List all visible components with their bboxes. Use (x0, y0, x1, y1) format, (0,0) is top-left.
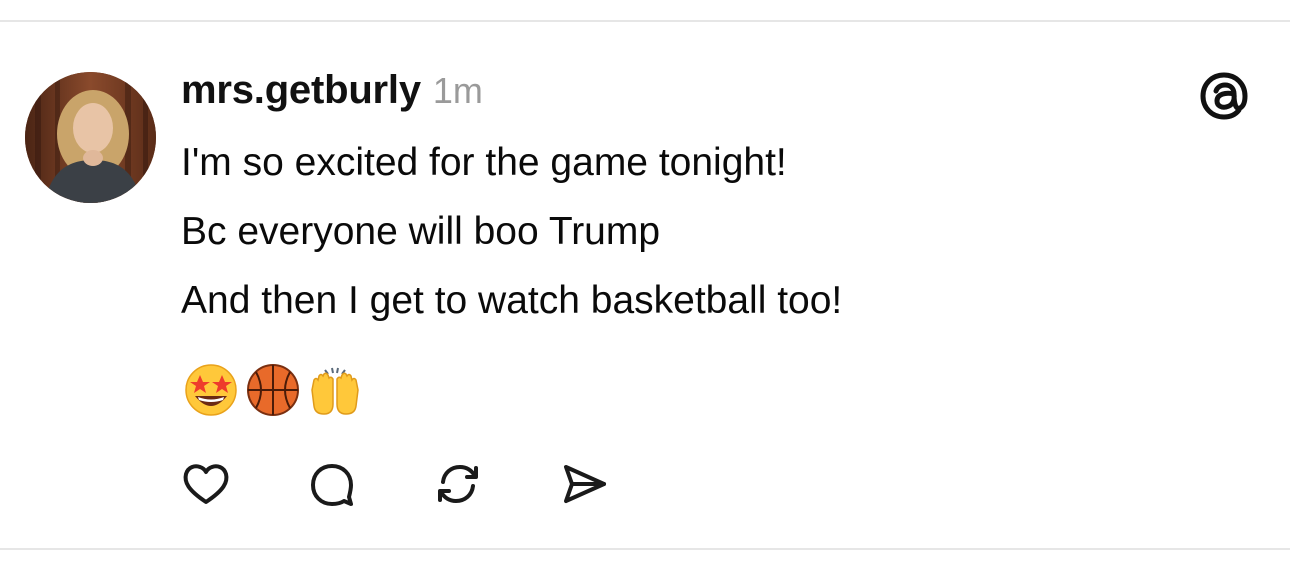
star-struck-face-icon (182, 360, 240, 418)
share-button[interactable] (558, 458, 610, 510)
post-body: I'm so excited for the game tonight! Bc … (181, 128, 1181, 335)
heart-icon (183, 464, 229, 504)
avatar-photo (25, 72, 156, 203)
post-text-line: Bc everyone will boo Trump (181, 210, 661, 253)
basketball-icon (244, 360, 302, 418)
reply-button[interactable] (306, 458, 358, 510)
avatar[interactable] (25, 72, 156, 203)
send-icon (564, 465, 606, 503)
post-text-line: I'm so excited for the game tonight! (181, 141, 787, 184)
raising-hands-icon (306, 360, 364, 418)
post-text-line: And then I get to watch basketball too! (181, 279, 843, 322)
like-button[interactable] (180, 458, 232, 510)
top-divider (0, 20, 1290, 22)
post: mrs.getburly 1m I'm so excited for the g… (181, 60, 1181, 335)
post-header: mrs.getburly 1m (181, 60, 1181, 120)
username[interactable]: mrs.getburly (181, 68, 421, 113)
repost-button[interactable] (432, 458, 484, 510)
comment-bubble-icon (311, 464, 353, 506)
post-actions (180, 458, 610, 510)
threads-logo-icon[interactable] (1198, 70, 1250, 122)
timestamp: 1m (432, 70, 483, 111)
repost-icon (438, 464, 478, 504)
bottom-divider (0, 548, 1290, 550)
emoji-row (182, 360, 364, 418)
